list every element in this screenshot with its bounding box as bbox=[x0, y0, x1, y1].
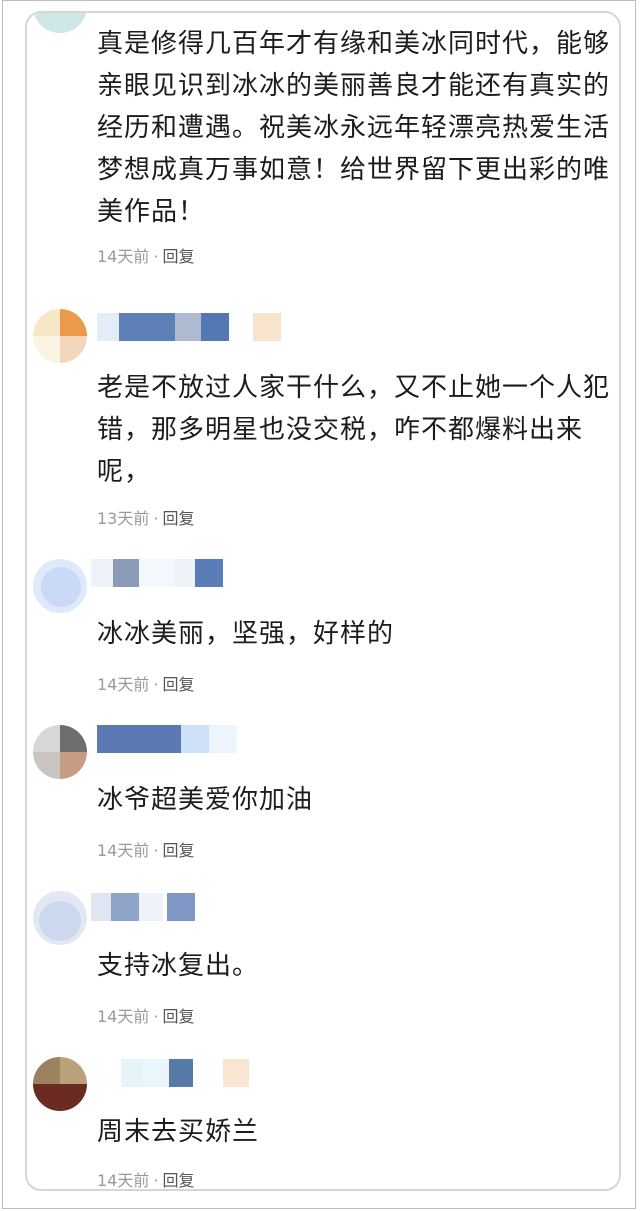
comment-meta: 14天前 · 回复 bbox=[97, 1005, 194, 1029]
comment-meta: 14天前 · 回复 bbox=[97, 839, 194, 863]
reply-button[interactable]: 回复 bbox=[162, 1007, 194, 1026]
reply-button[interactable]: 回复 bbox=[162, 247, 194, 266]
comment-time: 14天前 bbox=[97, 1007, 150, 1026]
avatar[interactable] bbox=[33, 891, 87, 945]
comment-text: 支持冰复出。 bbox=[97, 951, 260, 981]
reply-button[interactable]: 回复 bbox=[162, 841, 194, 860]
comment-text: 周末去买娇兰 bbox=[97, 1117, 260, 1147]
comment-meta: 14天前 · 回复 bbox=[97, 245, 194, 269]
meta-separator: · bbox=[153, 675, 159, 694]
meta-separator: · bbox=[153, 1171, 159, 1190]
reply-button[interactable]: 回复 bbox=[162, 675, 194, 694]
comment-time: 14天前 bbox=[97, 1171, 150, 1190]
meta-separator: · bbox=[153, 841, 159, 860]
comment-meta: 13天前 · 回复 bbox=[97, 507, 194, 531]
comment-time: 13天前 bbox=[97, 509, 150, 528]
avatar[interactable] bbox=[33, 309, 87, 363]
comment-text: 冰冰美丽，坚强，好样的 bbox=[97, 619, 395, 649]
meta-separator: · bbox=[153, 509, 159, 528]
reply-button[interactable]: 回复 bbox=[162, 1171, 194, 1189]
comment-time: 14天前 bbox=[97, 841, 150, 860]
comment-text: 真是修得几百年才有缘和美冰同时代，能够亲眼见识到冰冰的美丽善良才能还有真实的经历… bbox=[97, 29, 611, 227]
comment-time: 14天前 bbox=[97, 247, 150, 266]
meta-separator: · bbox=[153, 247, 159, 266]
comment-time: 14天前 bbox=[97, 675, 150, 694]
avatar[interactable] bbox=[33, 725, 87, 779]
comment-text: 老是不放过人家干什么，又不止她一个人犯错，那多明星也没交税，咋不都爆料出来呢， bbox=[97, 373, 611, 487]
comment-text: 冰爷超美爱你加油 bbox=[97, 785, 314, 815]
avatar[interactable] bbox=[33, 1057, 87, 1111]
meta-separator: · bbox=[153, 1007, 159, 1026]
comment-meta: 14天前 · 回复 bbox=[97, 673, 194, 697]
avatar[interactable] bbox=[33, 559, 87, 613]
avatar[interactable] bbox=[33, 13, 87, 33]
comment-meta: 14天前 · 回复 bbox=[97, 1169, 194, 1190]
comment-list: 真是修得几百年才有缘和美冰同时代，能够亲眼见识到冰冰的美丽善良才能还有真实的经历… bbox=[25, 11, 621, 1191]
reply-button[interactable]: 回复 bbox=[162, 509, 194, 528]
screenshot-frame: 真是修得几百年才有缘和美冰同时代，能够亲眼见识到冰冰的美丽善良才能还有真实的经历… bbox=[2, 0, 636, 1209]
